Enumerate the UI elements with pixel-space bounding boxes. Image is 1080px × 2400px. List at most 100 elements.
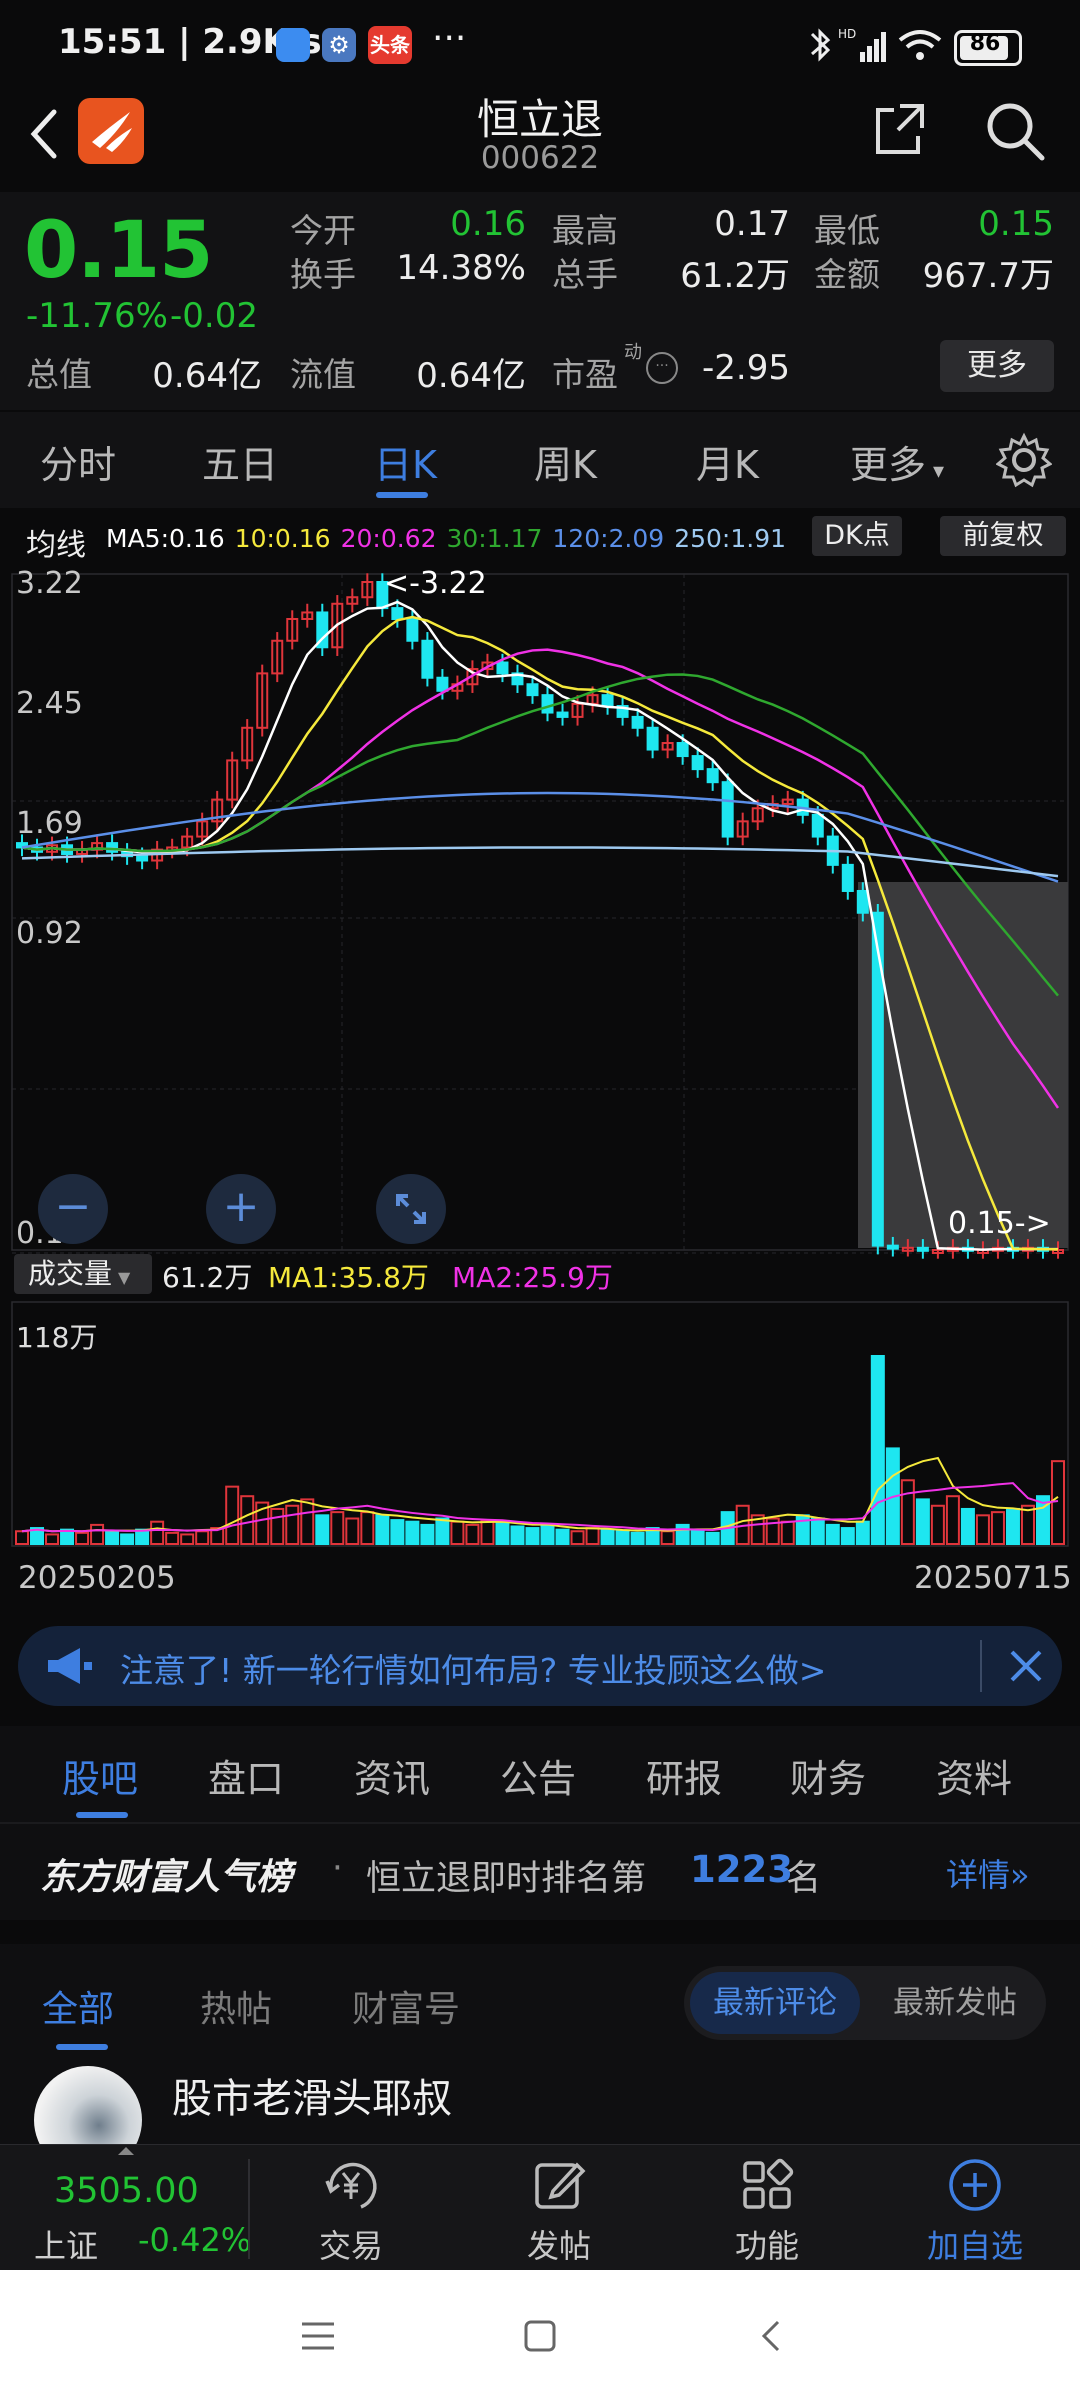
avatar[interactable] (34, 2066, 142, 2146)
volume-bar (525, 1527, 540, 1546)
info-tab[interactable]: 资料 (936, 1748, 1012, 1803)
quote-label: 最低 (814, 211, 880, 250)
volume-bar (540, 1523, 555, 1545)
info-tab-label: 研报 (646, 1757, 723, 1801)
chart-settings-gear-icon[interactable] (996, 432, 1052, 488)
total-value: 0.64亿 (152, 356, 262, 396)
volume-bar (780, 1520, 795, 1545)
system-navigation-bar (0, 2270, 1080, 2400)
post-filter-tab[interactable]: 全部 (42, 1980, 114, 2050)
volume-bar (510, 1525, 525, 1545)
ma-legend-title: 均线 (26, 528, 86, 563)
nav-post-label: 发帖 (526, 2227, 591, 2265)
nav-add-watchlist[interactable]: 加自选 (900, 2155, 1050, 2267)
share-icon[interactable] (870, 98, 930, 158)
post-item[interactable]: 股市老滑头耶叔 (0, 2060, 1080, 2146)
more-notifications-icon: ··· (432, 18, 467, 59)
info-tab[interactable]: 股吧 (62, 1748, 138, 1818)
candle-body (676, 742, 689, 758)
volume-bar (855, 1520, 870, 1545)
info-tab[interactable]: 盘口 (208, 1748, 284, 1803)
volume-bar (360, 1511, 375, 1546)
candle-body (721, 781, 734, 838)
rank-detail-link[interactable]: 详情» (946, 1850, 1030, 1896)
volume-bar (240, 1495, 255, 1545)
info-tab[interactable]: 财务 (790, 1748, 866, 1803)
rank-suffix: 名 (786, 1859, 822, 1899)
volume-bar (900, 1479, 915, 1545)
info-tab[interactable]: 公告 (500, 1748, 576, 1803)
info-tab[interactable]: 资讯 (354, 1748, 430, 1803)
candle-body (421, 639, 434, 679)
volume-bar (270, 1507, 285, 1546)
info-tab[interactable]: 研报 (646, 1748, 722, 1803)
volume-bar (960, 1507, 975, 1546)
index-name[interactable]: 上证 (34, 2221, 98, 2267)
rank-number: 1223 (690, 1848, 793, 1891)
volume-bar (285, 1504, 300, 1545)
promo-banner[interactable]: 注意了! 新一轮行情如何布局? 专业投顾这么做> (18, 1626, 1062, 1706)
post-filter-label: 财富号 (352, 1989, 461, 2030)
info-tab-label: 资讯 (354, 1757, 431, 1801)
tab-intraday[interactable]: 分时 (40, 434, 116, 489)
ma-legend-item: MA5:0.16 (106, 524, 225, 553)
candlestick-chart[interactable] (0, 566, 1080, 1606)
more-quote-button[interactable]: 更多 (940, 340, 1054, 392)
date-end: 20250715 (914, 1560, 1072, 1596)
add-circle-icon (949, 2159, 1001, 2211)
zoom-in-button[interactable]: + (206, 1174, 276, 1244)
nav-post[interactable]: 发帖 (484, 2155, 634, 2267)
toutiao-icon: 头条 (368, 26, 412, 64)
tab-five-day[interactable]: 五日 (202, 434, 278, 489)
sort-latest-post[interactable]: 最新发帖 (870, 1972, 1040, 2034)
adjust-mode-button[interactable]: 前复权 (940, 516, 1066, 556)
post-filter-bar: 全部 热帖 财富号 最新评论 最新发帖 (0, 1944, 1080, 2060)
volume-bar (1051, 1460, 1065, 1545)
volume-bar (420, 1523, 435, 1545)
pe-label: 市盈 (552, 355, 618, 394)
quote-value: 0.16 (450, 204, 526, 244)
close-icon[interactable] (1008, 1648, 1044, 1684)
volume-indicator-select[interactable]: 成交量 ▼ (14, 1254, 152, 1294)
volume-bar (120, 1533, 135, 1545)
post-filter-tab[interactable]: 财富号 (352, 1980, 460, 2032)
post-filter-tab[interactable]: 热帖 (200, 1980, 272, 2032)
fullscreen-button[interactable] (376, 1174, 446, 1244)
float-value: 0.64亿 (416, 356, 526, 396)
ma-legend-item: 120:2.09 (552, 524, 665, 553)
tab-monthly-k[interactable]: 月K (696, 434, 759, 489)
tab-daily-k[interactable]: 日K (374, 434, 437, 498)
nav-functions[interactable]: 功能 (692, 2155, 842, 2267)
quote-label: 金额 (814, 255, 880, 294)
ma-legend-item: 250:1.91 (674, 524, 787, 553)
last-price: 0.15 (24, 206, 213, 296)
search-icon[interactable] (982, 98, 1048, 164)
post-author[interactable]: 股市老滑头耶叔 (172, 2066, 452, 2124)
volume-bar (570, 1530, 585, 1545)
stock-header: 恒立退 000622 (0, 92, 1080, 192)
pe-info-icon[interactable]: ··· (646, 352, 678, 384)
candle-body (406, 617, 419, 642)
volume-bar (75, 1531, 90, 1546)
delisting-period-shade (858, 882, 1068, 1248)
popularity-rank-bar[interactable]: 东方财富人气榜 · 恒立退即时排名第 1223 名 详情» (0, 1822, 1080, 1920)
index-change[interactable]: -0.42% (138, 2221, 251, 2259)
ma120-line (21, 791, 1059, 883)
nav-trade[interactable]: 交易 (276, 2155, 426, 2267)
menu-icon[interactable] (298, 2318, 338, 2354)
bluetooth-icon (810, 28, 831, 62)
bottom-navigation: 3505.00 上证 -0.42% 交易 发帖 功能 加自选 (0, 2144, 1080, 2271)
volume-bar (405, 1520, 420, 1545)
dk-point-button[interactable]: DK点 (812, 516, 902, 556)
tab-weekly-k[interactable]: 周K (534, 434, 597, 489)
sort-latest-comment[interactable]: 最新评论 (690, 1972, 860, 2034)
volume-bar (195, 1530, 210, 1545)
tab-more[interactable]: 更多 ▾ (850, 434, 944, 489)
candle-body (541, 694, 554, 714)
home-icon[interactable] (520, 2316, 560, 2356)
zoom-out-button[interactable]: − (38, 1174, 108, 1244)
index-value[interactable]: 3505.00 (54, 2171, 199, 2211)
dropdown-arrow-icon: ▼ (118, 1268, 131, 1287)
back-icon[interactable] (752, 2316, 792, 2356)
quote-label: 今开 (290, 211, 356, 250)
